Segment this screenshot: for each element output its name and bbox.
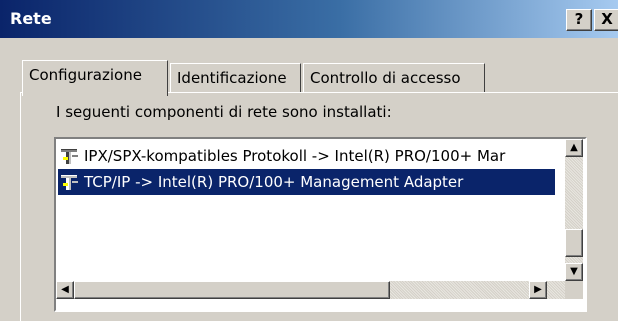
list-item-selected[interactable]: TCP/IP -> Intel(R) PRO/100+ Management A… bbox=[58, 169, 555, 195]
network-dialog: Rete ? X Configurazione Identificazione … bbox=[0, 0, 618, 321]
arrow-right-icon: ▶ bbox=[534, 284, 542, 295]
title-bar[interactable]: Rete ? X bbox=[0, 0, 618, 38]
arrow-left-icon: ◀ bbox=[61, 284, 69, 295]
list-item[interactable]: IPX/SPX-kompatibles Protokoll -> Intel(R… bbox=[58, 143, 555, 169]
network-components-list[interactable]: IPX/SPX-kompatibles Protokoll -> Intel(R… bbox=[54, 137, 587, 312]
arrow-down-icon: ▼ bbox=[570, 266, 578, 277]
vertical-scrollbar[interactable]: ▲ ▼ bbox=[565, 139, 583, 281]
horizontal-scrollbar[interactable]: ◀ ▶ bbox=[56, 281, 565, 299]
list-item-label: IPX/SPX-kompatibles Protokoll -> Intel(R… bbox=[84, 147, 506, 165]
list-item-label: TCP/IP -> Intel(R) PRO/100+ Management A… bbox=[84, 173, 464, 191]
scroll-left-button[interactable]: ◀ bbox=[56, 281, 74, 299]
network-protocol-icon bbox=[61, 174, 78, 190]
close-button[interactable]: X bbox=[594, 9, 618, 31]
scroll-right-button[interactable]: ▶ bbox=[529, 281, 547, 299]
tab-configurazione[interactable]: Configurazione bbox=[22, 60, 168, 96]
scroll-up-button[interactable]: ▲ bbox=[565, 139, 583, 157]
scrollbar-corner bbox=[565, 281, 583, 299]
tab-identificazione[interactable]: Identificazione bbox=[170, 63, 301, 95]
horizontal-scroll-thumb[interactable] bbox=[74, 281, 390, 299]
arrow-up-icon: ▲ bbox=[570, 142, 578, 153]
network-protocol-icon bbox=[61, 148, 78, 164]
window-title: Rete bbox=[10, 9, 52, 28]
help-button[interactable]: ? bbox=[566, 9, 592, 31]
scroll-down-button[interactable]: ▼ bbox=[565, 263, 583, 281]
vertical-scroll-thumb[interactable] bbox=[565, 229, 583, 257]
installed-components-label: I seguenti componenti di rete sono insta… bbox=[56, 103, 392, 121]
tab-controllo-di-accesso[interactable]: Controllo di accesso bbox=[303, 63, 485, 95]
